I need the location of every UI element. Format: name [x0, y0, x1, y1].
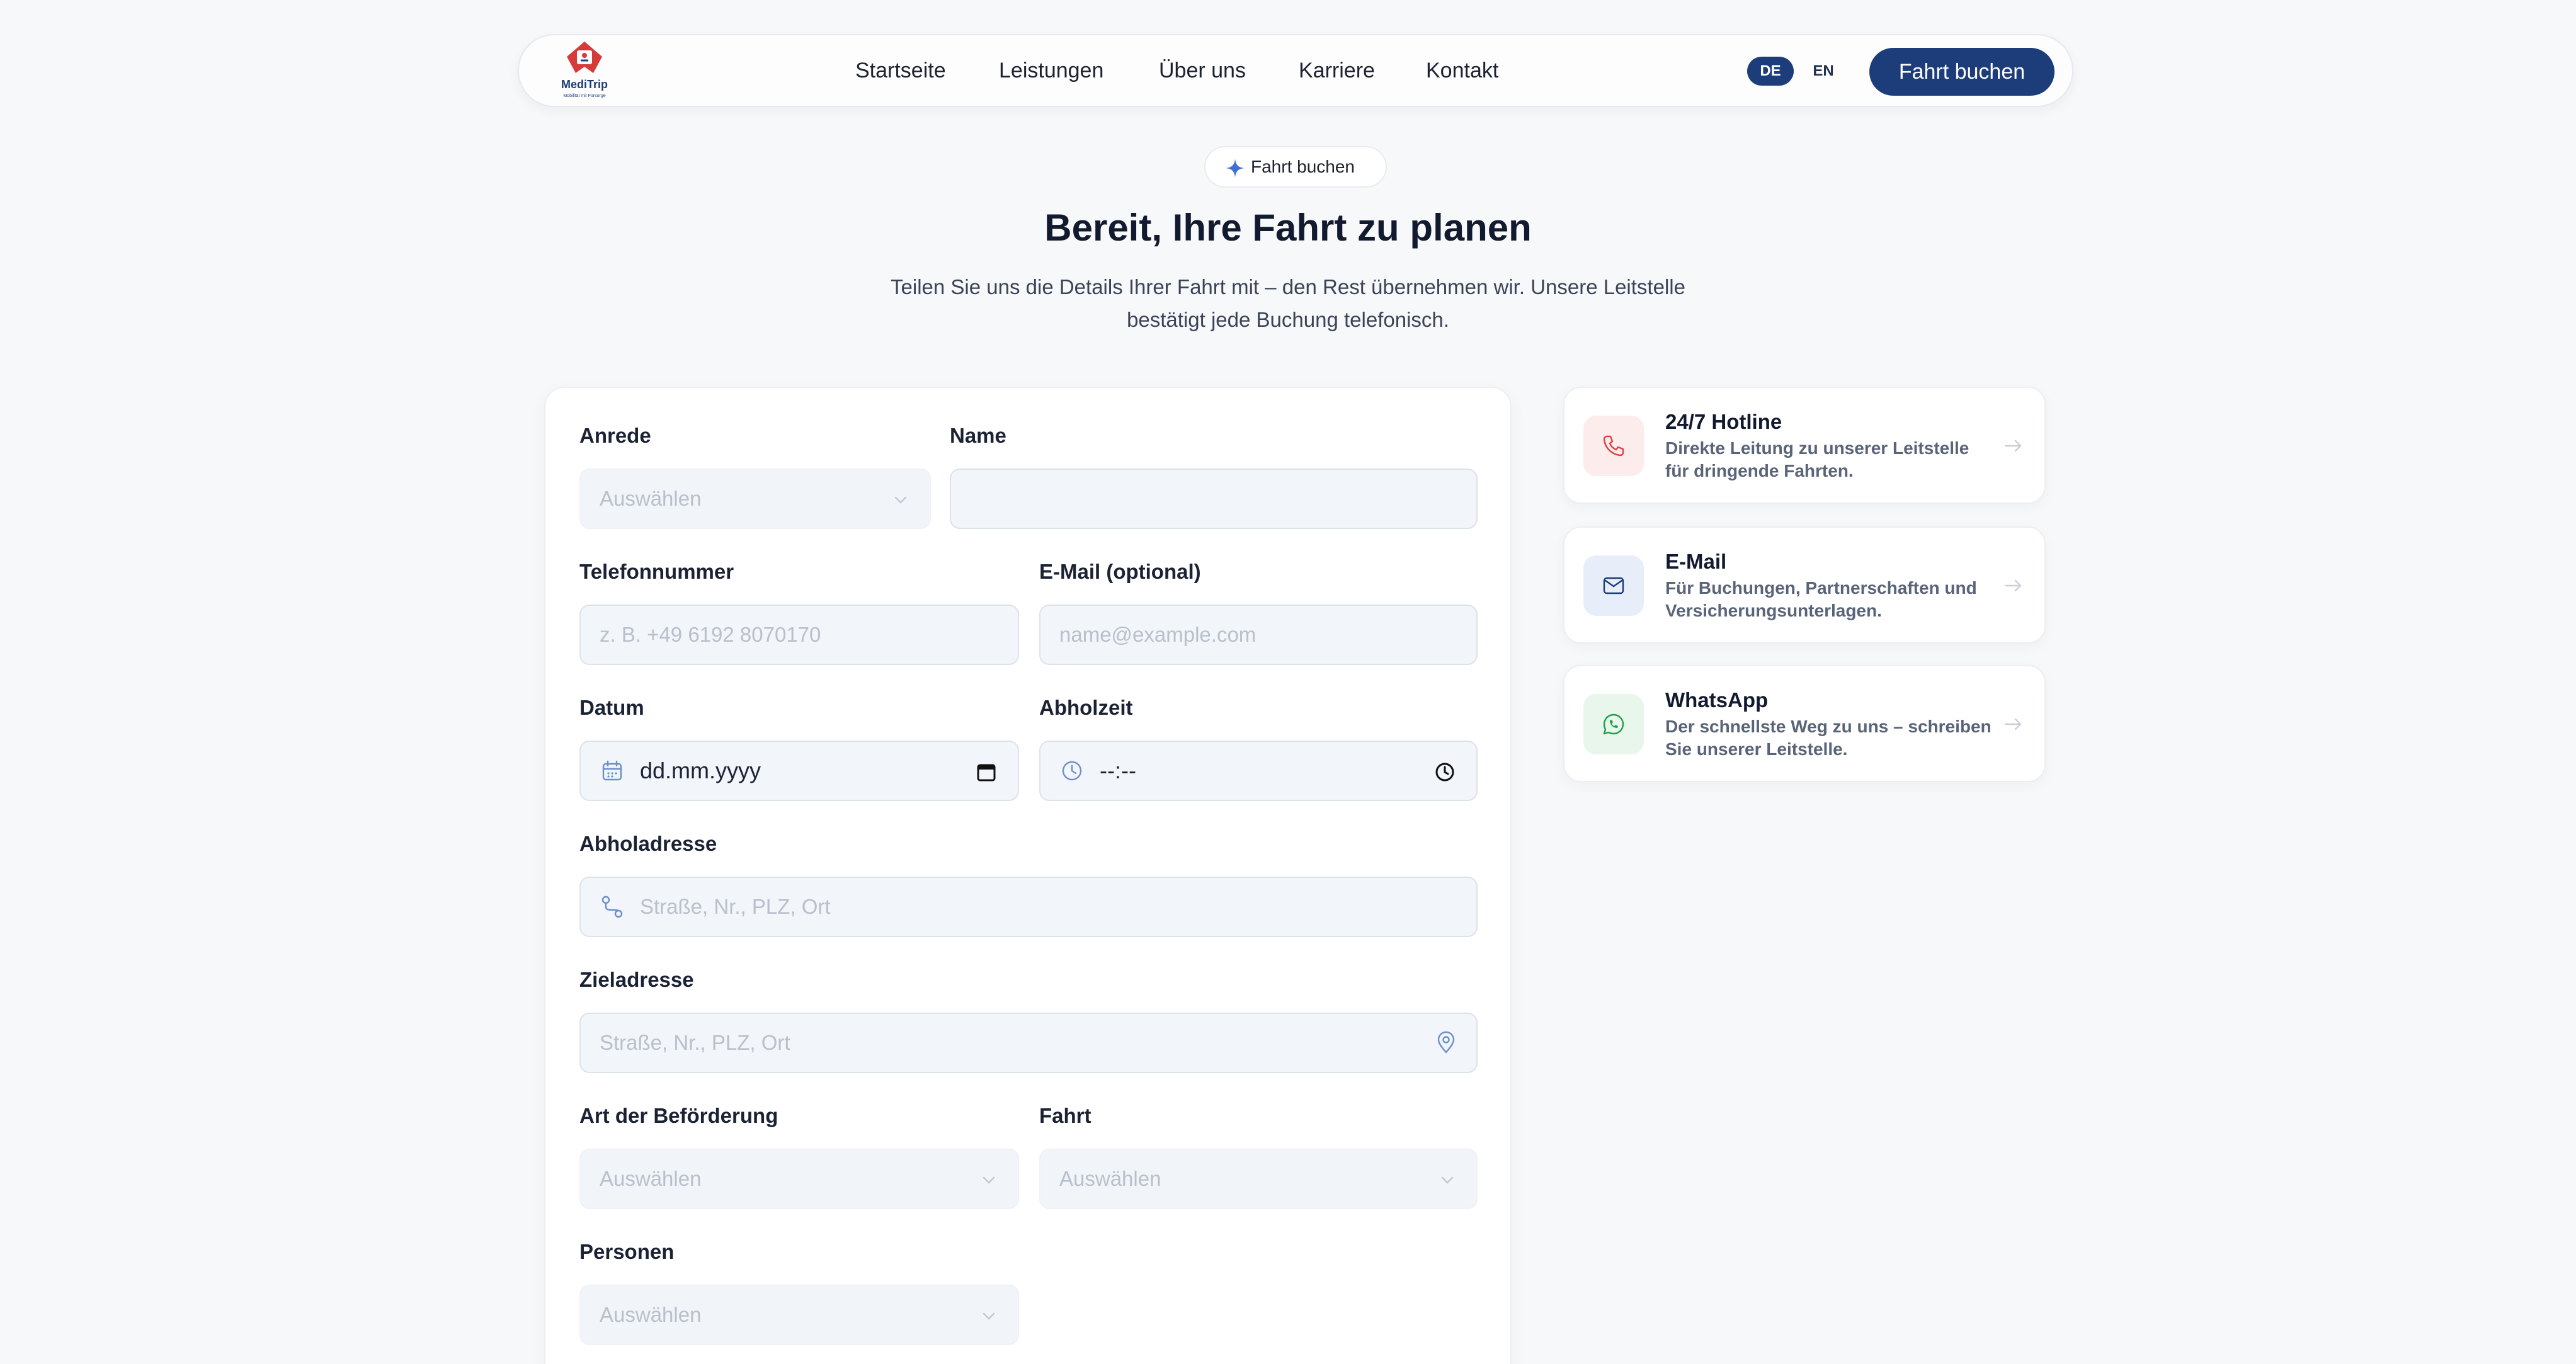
- email-placeholder: name@example.com: [1059, 623, 1257, 646]
- page-subtitle: Teilen Sie uns die Details Ihrer Fahrt m…: [891, 275, 1685, 331]
- salutation-select[interactable]: Auswählen: [579, 469, 931, 529]
- sparkle-icon: [1226, 159, 1245, 178]
- whatsapp-card[interactable]: WhatsApp Der schnellste Weg zu uns – sch…: [1563, 665, 2046, 782]
- date-value: dd.mm.yyyy: [640, 758, 761, 783]
- chevron-down-icon: [1441, 1176, 1454, 1184]
- arrow-right-icon: [2004, 718, 2022, 730]
- trip-label: Fahrt: [1039, 1104, 1091, 1127]
- section-badge-label: Fahrt buchen: [1251, 157, 1355, 176]
- route-icon: [601, 895, 623, 918]
- persons-select[interactable]: Auswählen: [579, 1285, 1019, 1345]
- page-title: Bereit, Ihre Fahrt zu planen: [1044, 207, 1532, 249]
- whatsapp-icon-wrap: [1583, 694, 1644, 754]
- nav-link-karriere[interactable]: Karriere: [1299, 58, 1375, 83]
- chevron-down-icon: [983, 1176, 995, 1184]
- lang-de-button[interactable]: DE: [1747, 57, 1794, 86]
- name-label: Name: [950, 424, 1006, 447]
- time-label: Abholzeit: [1039, 696, 1133, 719]
- transport-type-select[interactable]: Auswählen: [579, 1149, 1019, 1209]
- map-pin-icon: [1437, 1031, 1455, 1054]
- arrow-right-icon: [2004, 579, 2022, 592]
- phone-icon: [1603, 435, 1624, 457]
- time-picker-icon[interactable]: [1432, 759, 1457, 785]
- hotline-title: 24/7 Hotline: [1665, 410, 1782, 433]
- mail-icon: [1603, 577, 1624, 594]
- persons-label: Personen: [579, 1240, 675, 1263]
- persons-placeholder: Auswählen: [600, 1303, 702, 1326]
- email-label: E-Mail (optional): [1039, 560, 1201, 583]
- arrow-right-icon: [2004, 440, 2022, 452]
- salutation-placeholder: Auswählen: [600, 487, 702, 510]
- hotline-card[interactable]: 24/7 Hotline Direkte Leitung zu unserer …: [1563, 387, 2046, 504]
- hotline-description: Direkte Leitung zu unserer Leitstelle fü…: [1665, 438, 1969, 480]
- book-ride-button[interactable]: Fahrt buchen: [1869, 48, 2055, 96]
- transport-type-placeholder: Auswählen: [600, 1167, 702, 1190]
- pickup-label: Abholadresse: [579, 832, 717, 855]
- date-input[interactable]: dd.mm.yyyy: [579, 741, 1019, 801]
- phone-placeholder: z. B. +49 6192 8070170: [600, 623, 821, 646]
- nav-link-startseite[interactable]: Startseite: [855, 58, 946, 83]
- name-input[interactable]: [950, 469, 1478, 529]
- date-label: Datum: [579, 696, 644, 719]
- time-input[interactable]: --:--: [1039, 741, 1478, 801]
- nav-link-kontakt[interactable]: Kontakt: [1426, 58, 1498, 83]
- time-value: --:--: [1100, 758, 1136, 783]
- destination-address-input[interactable]: Straße, Nr., PLZ, Ort: [579, 1013, 1478, 1073]
- trip-select[interactable]: Auswählen: [1039, 1149, 1478, 1209]
- nav-link-ueber-uns[interactable]: Über uns: [1159, 58, 1246, 83]
- trip-placeholder: Auswählen: [1059, 1167, 1161, 1190]
- phone-label: Telefonnummer: [579, 560, 734, 583]
- chevron-down-icon: [983, 1312, 995, 1320]
- pickup-address-input[interactable]: Straße, Nr., PLZ, Ort: [579, 877, 1478, 937]
- phone-input[interactable]: z. B. +49 6192 8070170: [579, 605, 1019, 665]
- email-icon-wrap: [1583, 555, 1644, 616]
- date-picker-icon[interactable]: [974, 759, 999, 785]
- page: MediTrip Mobilität mit Fürsorge Startsei…: [0, 0, 2576, 1364]
- booking-form: Anrede Auswählen Name Telefonnummer z. B…: [544, 387, 1512, 1364]
- transport-type-label: Art der Beförderung: [579, 1104, 778, 1127]
- salutation-label: Anrede: [579, 424, 651, 447]
- whatsapp-description: Der schnellste Weg zu uns – schreiben Si…: [1665, 717, 1992, 759]
- email-title: E-Mail: [1665, 550, 1727, 573]
- lang-en-button[interactable]: EN: [1804, 57, 1843, 86]
- destination-label: Zieladresse: [579, 968, 694, 991]
- whatsapp-title: WhatsApp: [1665, 688, 1769, 712]
- chevron-down-icon: [894, 496, 907, 504]
- whatsapp-icon: [1603, 713, 1624, 735]
- email-card[interactable]: E-Mail Für Buchungen, Partnerschaften un…: [1563, 526, 2046, 644]
- section-badge: Fahrt buchen: [1204, 146, 1387, 188]
- navbar: MediTrip Mobilität mit Fürsorge Startsei…: [518, 34, 2073, 107]
- email-description: Für Buchungen, Partnerschaften und Versi…: [1665, 578, 1977, 620]
- calendar-icon: [602, 760, 622, 781]
- nav-link-leistungen[interactable]: Leistungen: [999, 58, 1103, 83]
- pickup-placeholder: Straße, Nr., PLZ, Ort: [640, 895, 831, 918]
- email-input[interactable]: name@example.com: [1039, 605, 1478, 665]
- destination-placeholder: Straße, Nr., PLZ, Ort: [600, 1031, 790, 1054]
- hotline-icon-wrap: [1583, 416, 1644, 476]
- clock-icon: [1062, 761, 1082, 781]
